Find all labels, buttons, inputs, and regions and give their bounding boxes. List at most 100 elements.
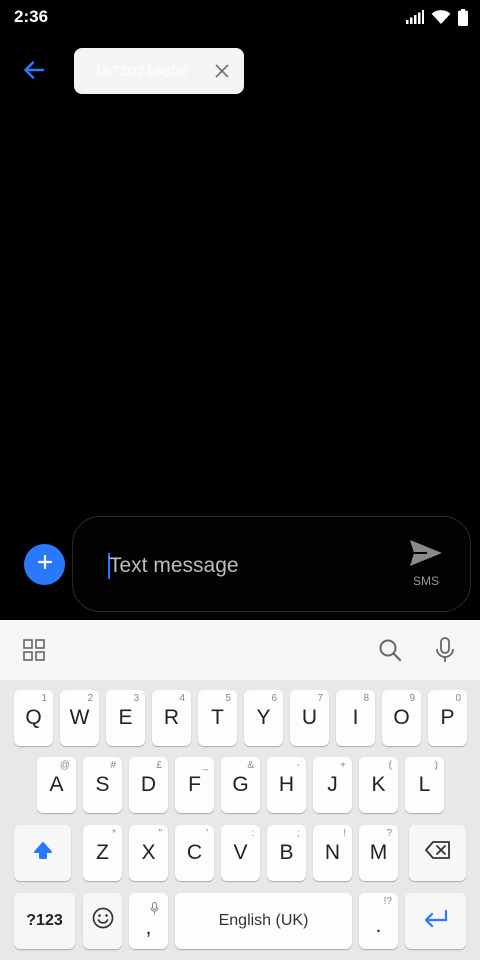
backspace-key[interactable] — [409, 825, 466, 881]
key-hint: # — [110, 760, 116, 771]
key-hint: + — [340, 760, 346, 771]
shift-key[interactable] — [14, 825, 71, 881]
search-icon[interactable] — [376, 636, 404, 664]
attach-button[interactable] — [24, 544, 65, 585]
key-label: R — [163, 706, 180, 729]
key-hint: : — [251, 828, 254, 839]
key-hint: ; — [297, 828, 300, 839]
key-f[interactable]: F _ — [175, 757, 214, 813]
key-label: L — [418, 773, 431, 796]
key-v[interactable]: V: — [221, 825, 260, 881]
key-label: F — [188, 773, 201, 796]
back-button[interactable] — [20, 58, 48, 86]
key-o[interactable]: O9 — [382, 690, 421, 746]
key-hint: " — [158, 828, 162, 839]
symbols-key[interactable]: ?123 — [14, 893, 75, 949]
comma-mic-hint-icon — [150, 897, 159, 921]
key-hint: 0 — [455, 693, 461, 704]
key-hint: 9 — [409, 693, 415, 704]
key-hint: £ — [156, 760, 162, 771]
key-s[interactable]: S # — [83, 757, 122, 813]
emoji-key[interactable] — [83, 893, 122, 949]
key-hint: 3 — [133, 693, 139, 704]
key-hint: ' — [206, 828, 208, 839]
enter-key[interactable] — [405, 893, 466, 949]
key-label: B — [279, 841, 294, 864]
send-icon — [409, 539, 443, 572]
key-hint: ( — [388, 760, 392, 771]
key-g[interactable]: G & — [221, 757, 260, 813]
key-hint: - — [296, 760, 300, 771]
key-hint: 6 — [271, 693, 277, 704]
mic-icon[interactable] — [431, 636, 459, 664]
key-hint: 8 — [363, 693, 369, 704]
send-label: SMS — [412, 574, 439, 588]
status-icons — [406, 8, 468, 26]
period-key[interactable]: . !? — [359, 893, 398, 949]
key-hint: 4 — [179, 693, 185, 704]
shift-icon — [33, 841, 53, 865]
key-label: K — [371, 773, 386, 796]
key-hint: !? — [383, 896, 392, 907]
key-y[interactable]: Y6 — [244, 690, 283, 746]
key-h[interactable]: H- — [267, 757, 306, 813]
key-label: E — [118, 706, 133, 729]
key-label: Z — [96, 841, 109, 864]
key-label: W — [69, 706, 90, 729]
key-x[interactable]: X " — [129, 825, 168, 881]
comma-key[interactable]: , — [129, 893, 168, 949]
key-i[interactable]: I8 — [336, 690, 375, 746]
key-label: H — [278, 773, 295, 796]
key-hint: 1 — [41, 693, 47, 704]
key-label: O — [393, 706, 410, 729]
key-hint: 7 — [317, 693, 323, 704]
back-arrow-icon — [23, 59, 45, 86]
key-hint: & — [247, 760, 254, 771]
key-z[interactable]: Z * — [83, 825, 122, 881]
close-icon[interactable] — [214, 63, 230, 79]
status-time: 2:36 — [14, 7, 49, 26]
send-button[interactable]: SMS — [406, 539, 446, 588]
plus-icon — [37, 554, 52, 574]
keyboard: Q1 W2 E3 R4 T5 Y6 U7 I8 O9 P0 A @ S # D £ F… — [0, 620, 480, 960]
key-w[interactable]: W2 — [60, 690, 99, 746]
space-key[interactable]: English (UK) — [175, 893, 352, 949]
key-hint: @ — [59, 760, 70, 771]
key-label: U — [301, 706, 318, 729]
recipient-number: 18730218809 — [94, 62, 188, 80]
key-d[interactable]: D £ — [129, 757, 168, 813]
enter-icon — [423, 909, 449, 933]
smiley-icon — [92, 907, 114, 935]
key-label: G — [232, 773, 249, 796]
key-b[interactable]: B; — [267, 825, 306, 881]
recipient-chip[interactable]: 18730218809 — [74, 48, 244, 94]
key-hint: ? — [386, 828, 392, 839]
key-l[interactable]: L) — [405, 757, 444, 813]
signal-icon — [406, 10, 424, 24]
key-label: S — [95, 773, 110, 796]
key-k[interactable]: K( — [359, 757, 398, 813]
key-a[interactable]: A @ — [37, 757, 76, 813]
key-label: A — [49, 773, 64, 796]
key-r[interactable]: R4 — [152, 690, 191, 746]
key-c[interactable]: C ' — [175, 825, 214, 881]
apps-grid-icon[interactable] — [20, 636, 48, 664]
key-j[interactable]: J + — [313, 757, 352, 813]
key-label: X — [141, 841, 156, 864]
compose-box[interactable]: SMS — [72, 516, 471, 612]
key-hint: ! — [343, 828, 346, 839]
status-bar: 2:36 — [0, 0, 480, 34]
key-label: D — [140, 773, 157, 796]
key-e[interactable]: E3 — [106, 690, 145, 746]
key-u[interactable]: U7 — [290, 690, 329, 746]
key-hint: 5 — [225, 693, 231, 704]
key-hint: 2 — [87, 693, 93, 704]
key-p[interactable]: P0 — [428, 690, 467, 746]
key-q[interactable]: Q1 — [14, 690, 53, 746]
key-m[interactable]: M? — [359, 825, 398, 881]
key-n[interactable]: N! — [313, 825, 352, 881]
key-label: M — [369, 841, 388, 864]
message-input[interactable] — [109, 553, 389, 579]
key-t[interactable]: T5 — [198, 690, 237, 746]
key-label: P — [440, 706, 455, 729]
